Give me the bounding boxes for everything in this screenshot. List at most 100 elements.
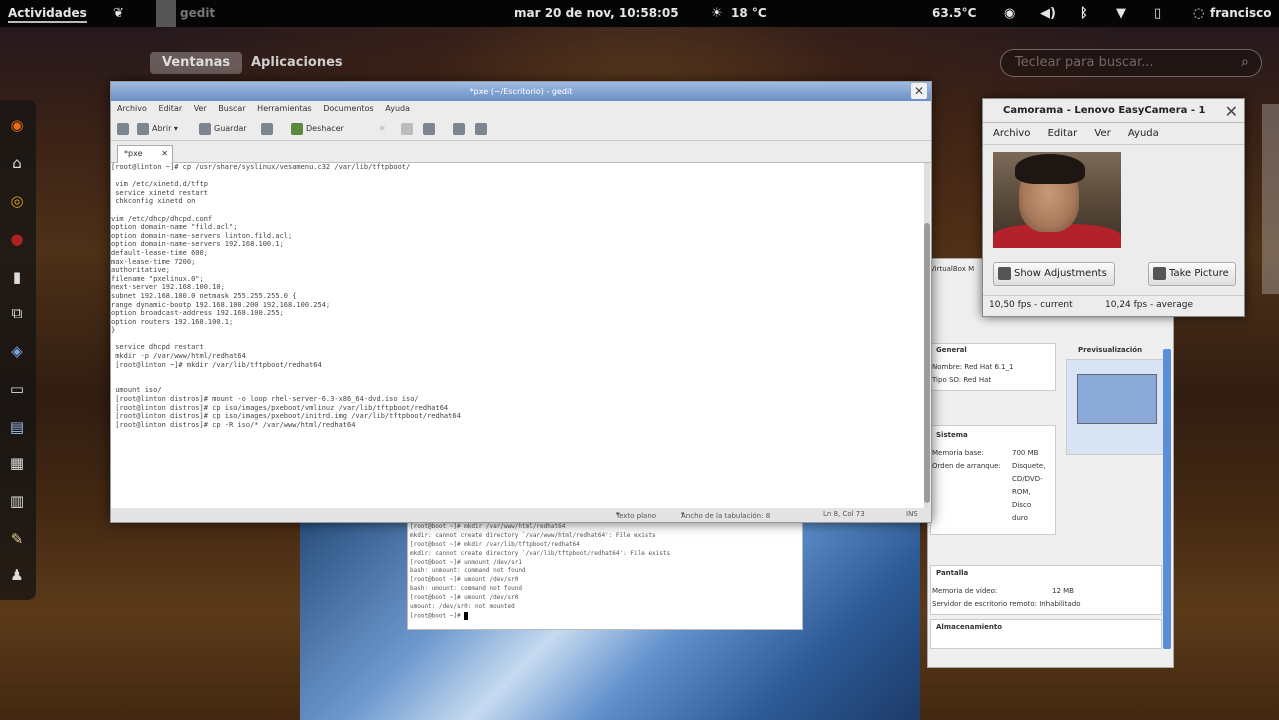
new-document-button[interactable] — [117, 122, 132, 136]
volume-icon[interactable]: ◀) — [1040, 6, 1056, 21]
menu-documentos[interactable]: Documentos — [323, 104, 374, 113]
weather[interactable]: 18 °C — [731, 6, 767, 20]
camorama-window[interactable]: Camorama - Lenovo EasyCamera - 1 ✕ Archi… — [982, 98, 1245, 317]
menu-herramientas[interactable]: Herramientas — [257, 104, 312, 113]
save-button[interactable]: Guardar — [199, 122, 247, 136]
find-button[interactable] — [453, 122, 468, 136]
terminal-line: [root@boot ~]# unmount /dev/sr1 — [410, 558, 522, 566]
menu-archivo[interactable]: Archivo — [117, 104, 147, 113]
terminal-window[interactable]: [root@boot ~]# mkdir /var/www/html/redha… — [407, 522, 803, 630]
adjustments-icon — [998, 266, 1011, 280]
vbox-general-header: General — [936, 346, 967, 354]
user-menu[interactable]: francisco — [1210, 6, 1272, 20]
virtualbox-icon[interactable]: ◈ — [6, 340, 28, 362]
notes-icon[interactable]: ✎ — [6, 528, 28, 550]
close-icon[interactable]: ✕ — [1225, 102, 1238, 121]
document-icon[interactable]: ▤ — [6, 416, 28, 438]
gedit-window[interactable]: *pxe (~/Escritorio) - gedit ✕ Archivo Ed… — [110, 81, 932, 523]
terminal-line: [root@boot ~]# umount /dev/sr0 — [410, 594, 519, 602]
terminal-icon[interactable]: ▭ — [6, 378, 28, 400]
terminal-line: [root@boot ~]# mkdir /var/www/html/redha… — [410, 523, 566, 530]
tab-close-icon[interactable]: ✕ — [161, 146, 168, 162]
text-icon[interactable]: ▥ — [6, 490, 28, 512]
gedit-title: *pxe (~/Escritorio) - gedit — [469, 87, 573, 96]
vbox-boot-value: CD/DVD- — [1012, 475, 1043, 483]
menu-ver[interactable]: Ver — [1094, 128, 1110, 139]
sun-icon: ☀ — [711, 6, 723, 21]
editor-line: umount iso/ — [111, 386, 162, 395]
copy-button[interactable] — [401, 122, 416, 136]
offscreen-window-edge[interactable] — [1262, 104, 1279, 294]
replace-icon — [475, 122, 487, 135]
replace-button[interactable] — [475, 122, 490, 136]
tab-aplicaciones[interactable]: Aplicaciones — [239, 52, 355, 74]
chrome-icon[interactable]: ◎ — [6, 190, 28, 212]
paste-button[interactable] — [423, 122, 438, 136]
text-editor[interactable]: [root@linton ~]# cp /usr/share/syslinux/… — [111, 163, 925, 508]
menu-editar[interactable]: Editar — [158, 104, 182, 113]
gedit-titlebar[interactable]: *pxe (~/Escritorio) - gedit ✕ — [111, 82, 931, 101]
open-button[interactable]: Abrir ▾ — [137, 122, 178, 136]
syntax-selector[interactable]: Texto plano ▾ — [616, 510, 656, 520]
vbox-boot-value: Disquete, — [1012, 462, 1046, 470]
camorama-menubar: Archivo Editar Ver Ayuda — [983, 123, 1244, 145]
terminal-prompt[interactable]: [root@boot ~]# — [408, 611, 802, 621]
show-adjustments-button[interactable]: Show Adjustments — [993, 262, 1115, 286]
camera-icon — [1153, 266, 1166, 280]
find-icon — [453, 122, 465, 135]
user-icon[interactable]: ♟ — [6, 564, 28, 586]
camorama-statusbar: 10,50 fps - current 10,24 fps - average — [983, 295, 1244, 315]
camorama-titlebar[interactable]: Camorama - Lenovo EasyCamera - 1 ✕ — [983, 99, 1244, 123]
menu-ayuda[interactable]: Ayuda — [385, 104, 410, 113]
phone-icon[interactable]: ▮ — [6, 266, 28, 288]
new-document-icon — [117, 122, 129, 135]
app-menu-icon[interactable]: ❦ — [113, 6, 124, 21]
clock[interactable]: mar 20 de nov, 10:58:05 — [514, 6, 679, 20]
terminal-line: mkdir: cannot create directory `/var/lib… — [410, 549, 671, 557]
terminal-line: bash: umount: command not found — [410, 585, 522, 593]
vbox-scrollbar[interactable] — [1163, 349, 1171, 649]
terminal-line: [root@boot ~]# umount /dev/sr0 — [410, 576, 519, 584]
menu-ver[interactable]: Ver — [194, 104, 207, 113]
close-icon[interactable]: ✕ — [911, 83, 927, 99]
home-folder-icon[interactable]: ⌂ — [6, 152, 28, 174]
editor-line: service xinetd restart — [111, 188, 208, 197]
tab-width-selector[interactable]: Ancho de la tabulación: 8 ▾ — [681, 510, 770, 520]
vbox-boot-label: Orden de arranque: — [932, 462, 1001, 470]
undo-button[interactable]: Deshacer — [291, 122, 344, 136]
activities-button[interactable]: Actividades — [8, 6, 87, 23]
scrollbar-thumb[interactable] — [924, 223, 930, 503]
firefox-icon[interactable]: ◉ — [6, 114, 28, 136]
network-icon[interactable]: ▼ — [1116, 6, 1126, 21]
menu-ayuda[interactable]: Ayuda — [1128, 128, 1159, 139]
terminal-line: umount: /dev/sr0: not mounted — [410, 603, 515, 611]
cpu-temperature[interactable]: 63.5°C — [932, 6, 976, 20]
terminal-line: [root@boot ~]# mkdir /var/lib/tftpboot/r… — [410, 540, 580, 548]
print-button[interactable] — [261, 122, 276, 136]
cut-button[interactable]: ✕ — [379, 122, 386, 136]
vbox-boot-value: duro — [1012, 514, 1028, 522]
tab-pxe[interactable]: *pxe ✕ — [117, 145, 173, 163]
user-icon: ◌ — [1193, 6, 1205, 21]
vbox-rdp: Servidor de escritorio remoto: Inhabilit… — [932, 600, 1081, 608]
tab-ventanas[interactable]: Ventanas — [150, 52, 243, 74]
vbox-os: Tipo SO: Red Hat — [932, 376, 992, 384]
archive-icon[interactable]: ▦ — [6, 452, 28, 474]
menu-editar[interactable]: Editar — [1048, 128, 1078, 139]
red-app-icon[interactable]: ● — [6, 228, 28, 250]
vbox-video-value: 12 MB — [1052, 587, 1074, 595]
fps-average: 10,24 fps - average — [1105, 300, 1194, 310]
search-input[interactable]: Teclear para buscar... ⌕ — [1000, 49, 1262, 77]
editor-scrollbar[interactable] — [924, 163, 930, 508]
menu-archivo[interactable]: Archivo — [993, 128, 1030, 139]
virtualbox-window[interactable]: VirtualBox M General Nombre: Red Hat 6.1… — [927, 258, 1174, 668]
battery-icon[interactable]: ▯ — [1154, 6, 1161, 21]
take-picture-button[interactable]: Take Picture — [1148, 262, 1236, 286]
editor-line: max-lease-time 7200; — [111, 257, 196, 266]
network-icon[interactable]: ⧉ — [6, 302, 28, 324]
bluetooth-icon[interactable]: ᛒ — [1080, 6, 1088, 21]
vbox-boot-value: ROM, — [1012, 488, 1031, 496]
accessibility-icon[interactable]: ◉ — [1004, 6, 1015, 21]
menu-buscar[interactable]: Buscar — [218, 104, 245, 113]
